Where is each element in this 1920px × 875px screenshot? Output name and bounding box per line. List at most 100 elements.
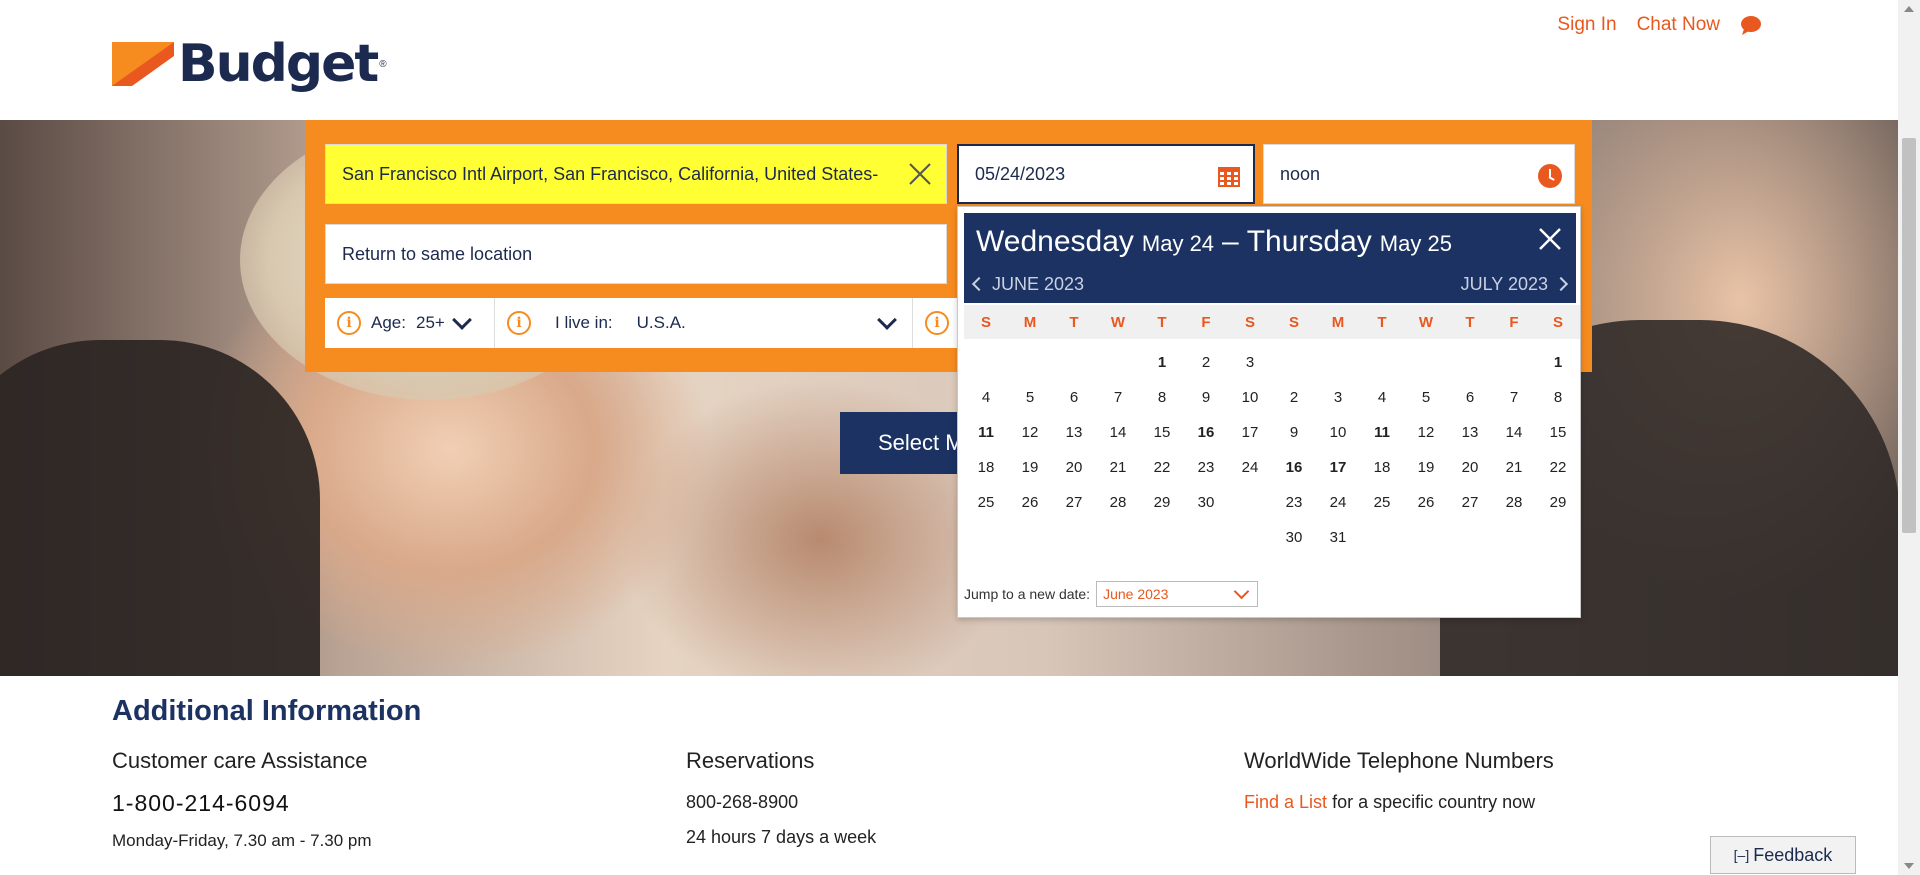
day-cell[interactable]: 21 [1492,450,1536,485]
day-cell[interactable]: 16 [1184,415,1228,450]
day-cell[interactable]: 20 [1448,450,1492,485]
day-cell[interactable]: 17 [1316,450,1360,485]
day-cell[interactable]: 4 [1360,380,1404,415]
day-cell[interactable]: 2 [1272,380,1316,415]
day-cell[interactable]: 22 [1536,450,1580,485]
day-cell[interactable]: 1 [1140,345,1184,380]
return-location-value: Return to same location [342,243,533,264]
day-cell[interactable]: 3 [1316,380,1360,415]
day-cell[interactable]: 2 [1184,345,1228,380]
jump-month-select[interactable]: June 2023 [1096,581,1259,607]
end-date: May 25 [1379,231,1452,256]
day-cell[interactable]: 23 [1184,450,1228,485]
day-cell[interactable]: 27 [1448,485,1492,520]
pickup-location-input[interactable]: San Francisco Intl Airport, San Francisc… [325,144,947,204]
scroll-thumb[interactable] [1902,138,1916,533]
pickup-date-input[interactable]: 05/24/2023 [957,144,1255,204]
weekday-label: T [1157,313,1167,331]
day-cell[interactable]: 28 [1492,485,1536,520]
residence-select[interactable]: i I live in: U.S.A. [495,298,913,348]
day-cell[interactable]: 29 [1536,485,1580,520]
day-cell[interactable]: 26 [1404,485,1448,520]
day-cell[interactable]: 15 [1536,415,1580,450]
day-cell[interactable]: 1 [1536,345,1580,380]
day-cell[interactable]: 7 [1096,380,1140,415]
close-icon[interactable] [1536,225,1564,253]
day-cell[interactable]: 5 [1404,380,1448,415]
chat-now-link[interactable]: Chat Now [1637,14,1720,36]
weekday-label: W [1110,313,1126,331]
page-scrollbar[interactable] [1898,0,1920,875]
discount-options[interactable]: i [913,298,961,348]
age-select[interactable]: i Age: 25+ [325,298,495,348]
day-cell[interactable]: 6 [1448,380,1492,415]
day-cell[interactable]: 10 [1228,380,1272,415]
sign-in-link[interactable]: Sign In [1557,14,1616,36]
day-cell[interactable]: 23 [1272,485,1316,520]
pickup-time-input[interactable]: noon [1263,144,1575,204]
day-cell[interactable]: 8 [1536,380,1580,415]
day-cell[interactable]: 6 [1052,380,1096,415]
weekday-row: SMTWTFS [1272,305,1580,339]
day-cell[interactable]: 11 [964,415,1008,450]
day-cell[interactable]: 30 [1272,520,1316,555]
customer-care-phone[interactable]: 1-800-214-6094 [112,790,372,817]
info-icon[interactable]: i [925,311,949,335]
pickup-date-value: 05/24/2023 [975,163,1066,184]
day-cell[interactable]: 17 [1228,415,1272,450]
day-cell[interactable]: 8 [1140,380,1184,415]
info-icon[interactable]: i [507,311,531,335]
day-cell[interactable]: 20 [1052,450,1096,485]
day-cell[interactable]: 14 [1096,415,1140,450]
return-location-input[interactable]: Return to same location [325,224,947,284]
day-cell[interactable]: 24 [1316,485,1360,520]
day-cell[interactable]: 27 [1052,485,1096,520]
day-cell[interactable]: 26 [1008,485,1052,520]
day-cell[interactable]: 12 [1008,415,1052,450]
day-cell[interactable]: 19 [1404,450,1448,485]
day-cell[interactable]: 29 [1140,485,1184,520]
find-a-list-link[interactable]: Find a List [1244,792,1327,812]
scroll-up-icon[interactable] [1904,6,1914,12]
day-cell[interactable]: 18 [1360,450,1404,485]
chat-bubble-icon[interactable] [1740,15,1762,35]
calendar-icon[interactable] [1217,164,1241,188]
weekday-row: SMTWTFS [964,305,1272,339]
day-cell[interactable]: 31 [1316,520,1360,555]
day-cell[interactable]: 13 [1448,415,1492,450]
day-cell[interactable]: 25 [964,485,1008,520]
day-cell[interactable]: 13 [1052,415,1096,450]
empty-day-cell [1096,345,1140,380]
day-cell[interactable]: 18 [964,450,1008,485]
day-cell[interactable]: 19 [1008,450,1052,485]
day-cell[interactable]: 11 [1360,415,1404,450]
prev-month-button[interactable]: JUNE 2023 [971,274,1084,295]
scroll-down-icon[interactable] [1904,863,1914,869]
feedback-button[interactable]: [–] Feedback [1710,836,1856,874]
empty-day-cell [1316,345,1360,380]
day-cell[interactable]: 21 [1096,450,1140,485]
day-cell[interactable]: 25 [1360,485,1404,520]
clear-icon[interactable] [906,160,934,188]
next-month-button[interactable]: JULY 2023 [1461,274,1569,295]
day-cell[interactable]: 24 [1228,450,1272,485]
clock-icon[interactable] [1538,164,1562,188]
day-cell[interactable]: 28 [1096,485,1140,520]
day-cell[interactable]: 9 [1184,380,1228,415]
info-icon[interactable]: i [337,311,361,335]
day-cell[interactable]: 7 [1492,380,1536,415]
budget-logo[interactable]: Budget ® [112,38,387,90]
day-cell[interactable]: 3 [1228,345,1272,380]
day-cell[interactable]: 22 [1140,450,1184,485]
day-cell[interactable]: 15 [1140,415,1184,450]
day-cell[interactable]: 5 [1008,380,1052,415]
day-cell[interactable]: 4 [964,380,1008,415]
day-cell[interactable]: 14 [1492,415,1536,450]
day-cell[interactable]: 16 [1272,450,1316,485]
weekday-label: F [1509,313,1519,331]
day-cell[interactable]: 9 [1272,415,1316,450]
day-cell[interactable]: 10 [1316,415,1360,450]
day-cell[interactable]: 30 [1184,485,1228,520]
reservations-phone[interactable]: 800-268-8900 [686,792,876,813]
day-cell[interactable]: 12 [1404,415,1448,450]
